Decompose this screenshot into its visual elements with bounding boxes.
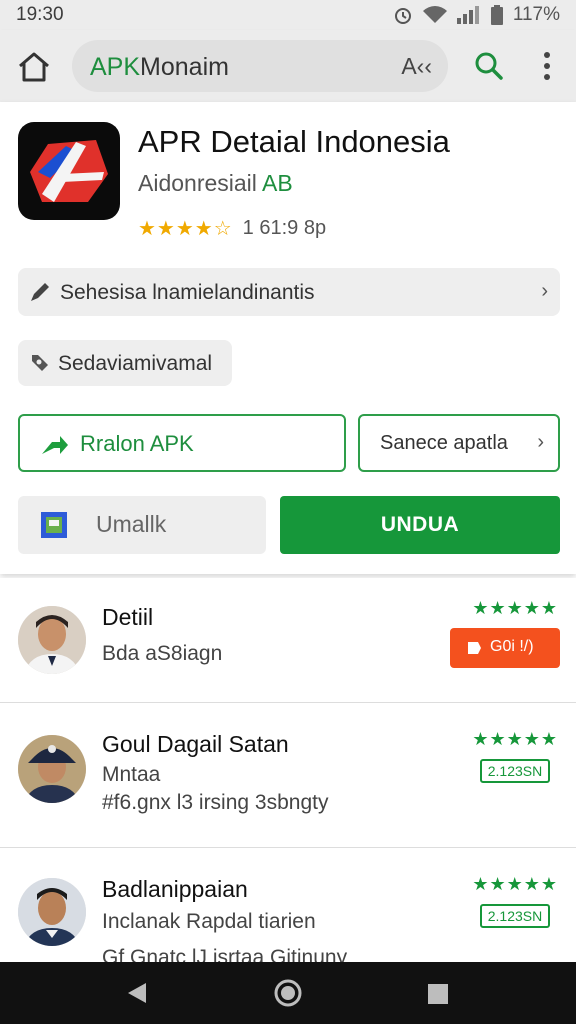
list-item[interactable]: Goul Dagail Satan Mntaa #f6.gnx l3 irsin…	[0, 703, 576, 847]
status-time: 19:30	[16, 4, 64, 25]
secondary-button[interactable]: Umallk	[18, 496, 266, 554]
avatar	[18, 735, 86, 803]
review-name: Goul Dagail Satan	[102, 731, 289, 757]
review-line: Gf Gnatc lJ isrtaa Gitinuny	[102, 946, 348, 962]
search-icon	[475, 52, 503, 80]
developer-name: Aidonresiail	[138, 170, 263, 196]
side-button-label: Sanece apatla	[380, 432, 508, 454]
url-prefix: APK	[90, 53, 141, 81]
app-detail-card: APR Detaial Indonesia Aidonresiail AB ★★…	[0, 102, 576, 574]
reader-mode-button[interactable]: A‹‹	[401, 53, 432, 80]
pencil-icon	[31, 283, 49, 301]
review-action-badge[interactable]: G0i !/)	[450, 628, 560, 668]
info-row[interactable]: Sehesisa lnamielandinantis ›	[18, 268, 560, 316]
review-name: Badlanippaian	[102, 876, 248, 902]
apk-button-label: Rralon APK	[80, 431, 194, 456]
list-item[interactable]: Badlanippaian Inclanak Rapdal tiarien Gf…	[0, 848, 576, 962]
browser-toolbar: APKMonaim A‹‹	[0, 30, 576, 102]
info-text: Sehesisa lnamielandinantis	[60, 281, 315, 304]
review-line: Inclanak Rapdal tiarien	[102, 910, 316, 933]
review-stars: ★★★★★	[472, 598, 558, 618]
url-text: APKMonaim	[90, 53, 229, 82]
review-line: #f6.gnx l3 irsing 3sbngty	[102, 791, 329, 814]
nav-back-button[interactable]	[126, 982, 148, 1009]
app-title: APR Detaial Indonesia	[138, 124, 450, 159]
list-item[interactable]: Detiil Bda aS8iagn ★★★★★ G0i !/)	[0, 578, 576, 702]
home-button[interactable]	[16, 50, 52, 84]
battery-icon	[490, 5, 503, 25]
tag-icon	[32, 355, 48, 371]
system-nav-bar	[0, 962, 576, 1024]
chevron-right-icon: ›	[541, 280, 548, 302]
secondary-button-label: Umallk	[96, 511, 167, 537]
home-icon	[19, 52, 49, 82]
download-button[interactable]: UNDUA	[280, 496, 560, 554]
nav-recent-icon	[428, 984, 448, 1004]
status-bar: 19:30 117%	[0, 0, 576, 30]
more-vert-icon	[544, 52, 550, 80]
apk-button[interactable]: Rralon APK	[18, 414, 346, 472]
chip-label: Sedaviamivamal	[58, 352, 213, 375]
battery-percent: 117%	[512, 4, 560, 25]
signal-icon	[456, 6, 479, 24]
nav-home-icon	[274, 979, 302, 1007]
rating-row: ★★★★☆ 1 61:9 8p	[138, 216, 326, 241]
developer-badge: AB	[262, 170, 293, 196]
review-line: Bda aS8iagn	[102, 642, 223, 665]
wifi-icon	[422, 6, 447, 24]
image-icon	[41, 512, 67, 538]
badge-label: G0i !/)	[490, 638, 534, 655]
nav-home-button[interactable]	[274, 979, 302, 1012]
search-button[interactable]	[474, 51, 504, 81]
review-stars: ★★★★★	[472, 729, 558, 749]
avatar	[18, 878, 86, 946]
arrow-right-icon	[42, 436, 68, 454]
review-line: Mntaa	[102, 763, 161, 786]
rating-stars: ★★★★☆	[138, 218, 233, 240]
review-name: Detiil	[102, 604, 154, 630]
app-logo-icon	[18, 122, 120, 220]
url-rest: Monaim	[140, 53, 229, 81]
play-icon	[468, 642, 481, 654]
review-stars: ★★★★★	[472, 874, 558, 894]
review-badge: 2.123SN	[480, 759, 550, 783]
rating-count: 1 61:9 8p	[242, 217, 327, 239]
chevron-right-icon: ›	[537, 431, 544, 453]
review-badge: 2.123SN	[480, 904, 550, 928]
alarm-icon	[394, 8, 411, 24]
avatar	[18, 606, 86, 674]
status-icons: 117%	[393, 4, 560, 26]
nav-back-icon	[128, 983, 146, 1003]
nav-recent-button[interactable]	[428, 984, 448, 1009]
app-developer[interactable]: Aidonresiail AB	[138, 170, 293, 197]
category-chip[interactable]: Sedaviamivamal	[18, 340, 232, 386]
side-button[interactable]: Sanece apatla ›	[358, 414, 560, 472]
more-button[interactable]	[540, 50, 554, 82]
url-bar[interactable]: APKMonaim A‹‹	[72, 40, 448, 92]
